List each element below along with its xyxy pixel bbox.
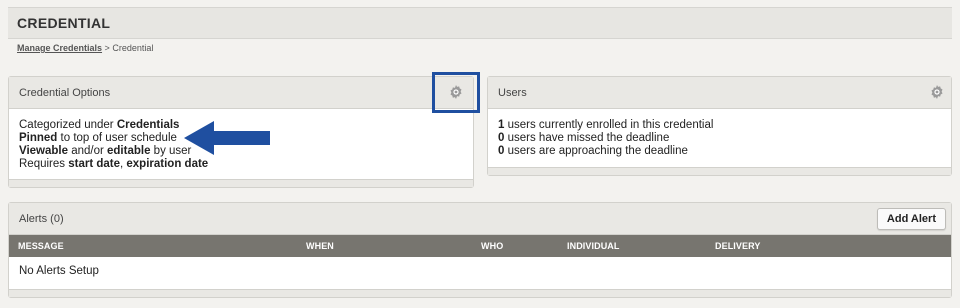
page-title: CREDENTIAL [17, 15, 111, 31]
column-delivery[interactable]: DELIVERY [715, 241, 760, 251]
users-details: 1 users currently enrolled in this crede… [498, 119, 713, 158]
column-who[interactable]: WHO [481, 241, 503, 251]
credential-options-title: Credential Options [19, 87, 111, 99]
column-individual[interactable]: INDIVIDUAL [567, 241, 620, 251]
approaching-line: 0 users are approaching the deadline [498, 145, 688, 157]
users-header: Users [488, 77, 951, 109]
requirements-line: Requires start date, expiration date [19, 158, 209, 170]
breadcrumb: Manage Credentials > Credential [17, 43, 153, 53]
users-panel: Users 1 users currently enrolled in this… [487, 76, 952, 176]
column-message[interactable]: MESSAGE [18, 241, 64, 251]
annotation-arrow-icon [184, 121, 270, 155]
credential-options-details: Categorized under Credentials Pinned to … [19, 119, 208, 171]
breadcrumb-separator: > [104, 43, 110, 53]
alerts-table-header: MESSAGE WHEN WHO INDIVIDUAL DELIVERY [9, 235, 951, 257]
alerts-panel: Alerts (0) Add Alert MESSAGE WHEN WHO IN… [8, 202, 952, 298]
users-title: Users [498, 87, 527, 99]
visibility-line: Viewable and/or editable by user [19, 145, 192, 157]
add-alert-button[interactable]: Add Alert [876, 208, 946, 230]
alerts-header: Alerts (0) Add Alert [9, 203, 951, 235]
category-line: Categorized under Credentials [19, 119, 180, 131]
breadcrumb-link-manage-credentials[interactable]: Manage Credentials [17, 43, 102, 53]
credential-options-header: Credential Options [9, 77, 473, 109]
alerts-empty-message: No Alerts Setup [19, 265, 99, 277]
alerts-footer [9, 289, 951, 297]
users-footer [488, 167, 951, 175]
alerts-title: Alerts (0) [19, 213, 64, 225]
breadcrumb-current: Credential [112, 43, 154, 53]
enrolled-line: 1 users currently enrolled in this crede… [498, 119, 714, 131]
page-header: CREDENTIAL [8, 7, 952, 39]
gear-icon[interactable] [930, 85, 944, 99]
missed-line: 0 users have missed the deadline [498, 132, 670, 144]
gear-highlight-box [432, 72, 480, 113]
column-when[interactable]: WHEN [306, 241, 334, 251]
credential-options-footer [9, 179, 473, 187]
pinned-line: Pinned to top of user schedule [19, 132, 177, 144]
